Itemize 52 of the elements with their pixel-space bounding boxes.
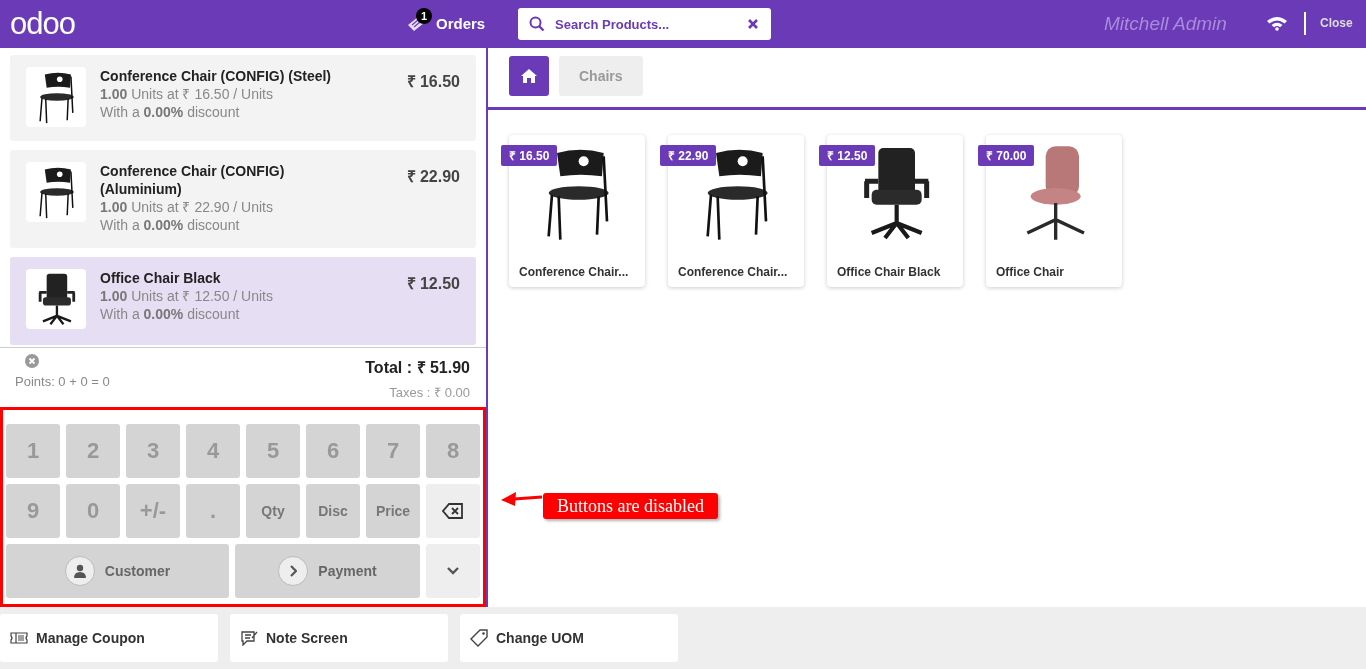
- order-count-badge: 1: [416, 8, 432, 24]
- user-name: Mitchell Admin: [1104, 13, 1227, 35]
- quantity-info: 1.00 Units at ₹ 16.50 / Units: [100, 85, 274, 103]
- wifi-icon: [1266, 15, 1288, 31]
- annotation-label: Buttons are disabled: [543, 493, 718, 519]
- backspace-button[interactable]: [426, 483, 480, 538]
- close-button[interactable]: Close: [1318, 16, 1355, 30]
- chair-drawing: [39, 167, 74, 219]
- orders-button[interactable]: 1 Orders: [406, 8, 486, 38]
- order-taxes: Taxes : ₹ 0.00: [389, 383, 470, 401]
- user-icon: [73, 563, 86, 578]
- product-name: Conference Chair (CONFIG) (Steel): [100, 67, 333, 85]
- chevron-right-icon: [289, 564, 298, 577]
- loyalty-points: Points: 0 + 0 = 0: [15, 373, 110, 389]
- discount-info: With a 0.00% discount: [100, 216, 241, 234]
- home-icon: [521, 68, 537, 83]
- price-tag: ₹ 70.00: [978, 145, 1035, 166]
- quantity-info: 1.00 Units at ₹ 12.50 / Units: [100, 287, 274, 305]
- chair-drawing: [39, 72, 74, 124]
- discount-info: With a 0.00% discount: [100, 103, 241, 121]
- tag-icon: [470, 629, 488, 647]
- annotation-arrow: [500, 490, 544, 508]
- clear-icon[interactable]: [747, 18, 759, 30]
- chair-drawing: [37, 273, 77, 326]
- price-tag: ₹ 16.50: [501, 145, 558, 166]
- category-button[interactable]: Chairs: [559, 55, 643, 96]
- price-tag: ₹ 22.90: [660, 145, 717, 166]
- note-icon: [240, 630, 258, 646]
- quantity-info: 1.00 Units at ₹ 22.90 / Units: [100, 198, 274, 216]
- coupon-icon: [10, 632, 28, 644]
- search-icon: [529, 16, 545, 32]
- price-tag: ₹ 12.50: [819, 145, 876, 166]
- product-name: Office Chair Black: [837, 265, 941, 279]
- search-field[interactable]: Search Products...: [518, 8, 771, 40]
- product-name: Conference Chair (CONFIG) (Aluminium): [100, 162, 286, 198]
- discount-info: With a 0.00% discount: [100, 305, 241, 323]
- product-name: Conference Chair...: [519, 265, 629, 279]
- control-button[interactable]: Note Screen: [230, 614, 448, 662]
- control-button[interactable]: Change UOM: [460, 614, 678, 662]
- line-price: ₹ 22.90: [406, 167, 460, 187]
- app-logo: odoo: [10, 9, 75, 39]
- line-price: ₹ 16.50: [406, 72, 460, 92]
- product-name: Conference Chair...: [678, 265, 788, 279]
- control-button[interactable]: Manage Coupon: [0, 614, 218, 662]
- product-name: Office Chair Black: [100, 269, 222, 287]
- backspace-icon: [442, 502, 464, 519]
- line-price: ₹ 12.50: [406, 274, 460, 294]
- home-button[interactable]: [509, 55, 549, 96]
- order-total: Total : ₹ 51.90: [365, 357, 470, 378]
- remove-icon[interactable]: [25, 353, 39, 368]
- caret-icon: [447, 566, 459, 575]
- product-name: Office Chair: [996, 265, 1064, 279]
